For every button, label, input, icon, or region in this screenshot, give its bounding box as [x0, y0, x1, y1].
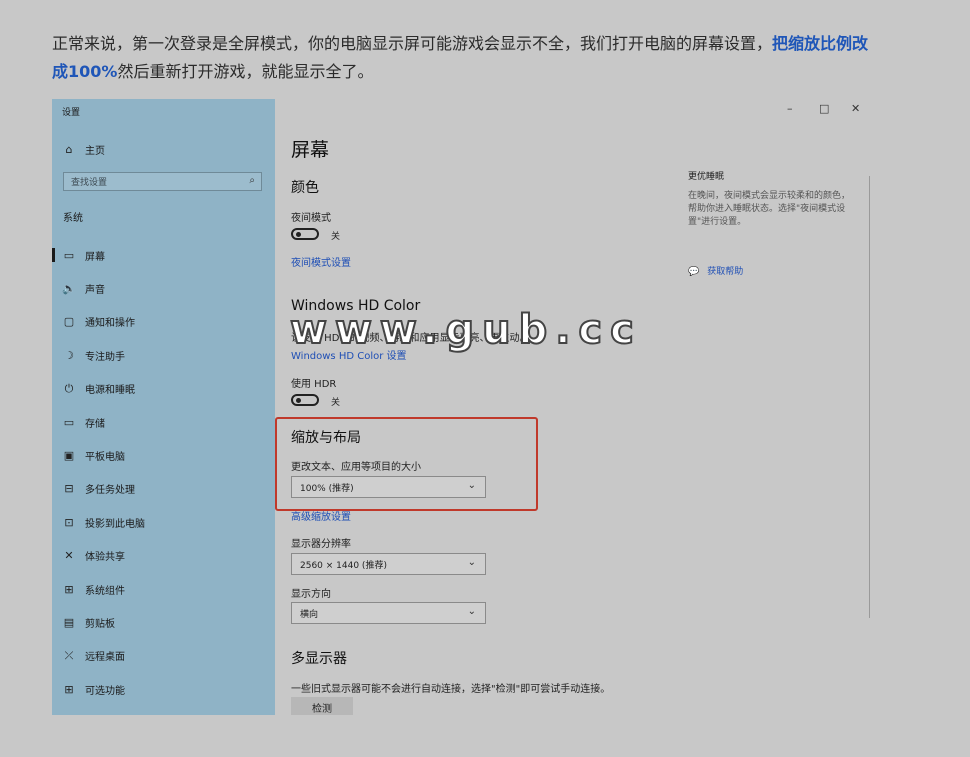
sidebar-item-10[interactable]: ✕ 体验共享: [52, 543, 275, 569]
sidebar-item-label: 屏幕: [85, 251, 105, 263]
sidebar-item-label: 平板电脑: [85, 451, 125, 463]
share-icon: ✕: [64, 549, 74, 563]
chat-help-icon: 💬: [688, 267, 700, 277]
sidebar-item-5[interactable]: ⏻ 电源和睡眠: [52, 376, 275, 402]
clipboard-icon: ▤: [63, 615, 75, 629]
sidebar-item-1[interactable]: ▭ 屏幕: [52, 242, 275, 268]
remote-desktop-icon: ⤫: [64, 648, 74, 662]
sidebar-section-label: 系统: [63, 213, 83, 224]
sidebar-item-label: 剪贴板: [85, 618, 115, 630]
right-panel-title: 更优睡眠: [688, 172, 725, 182]
get-help-label: 获取帮助: [707, 267, 744, 277]
sidebar-item-label: 存储: [85, 418, 105, 430]
sidebar-item-label: 专注助手: [85, 351, 125, 363]
resolution-dropdown[interactable]: 2560 × 1440 (推荐) ⌄: [291, 553, 486, 575]
use-hdr-state: 关: [331, 398, 341, 408]
sidebar-item-label: 通知和操作: [85, 318, 135, 330]
page-title: 屏幕: [291, 139, 330, 161]
orientation-label: 显示方向: [291, 589, 331, 600]
sidebar-item-label: 电源和睡眠: [85, 385, 135, 397]
search-placeholder: 查找设置: [71, 178, 108, 188]
components-icon: ⊞: [64, 582, 74, 596]
intro-text: 正常来说，第一次登录是全屏模式，你的电脑显示屏可能游戏会显示不全，我们打开电脑的…: [52, 34, 773, 53]
chevron-down-icon: ⌄: [467, 557, 476, 568]
night-mode-settings-link[interactable]: 夜间模式设置: [291, 254, 351, 269]
highlight-box: [275, 417, 538, 511]
sidebar-item-home[interactable]: ⌂ 主页: [52, 136, 275, 162]
multi-display-heading: 多显示器: [291, 651, 347, 667]
sidebar-item-label: 体验共享: [85, 552, 125, 564]
sidebar-item-12[interactable]: ▤ 剪贴板: [52, 609, 275, 635]
orientation-value: 横向: [300, 609, 319, 620]
sidebar-item-label: 声音: [85, 284, 105, 296]
tablet-icon: ▣: [63, 448, 75, 462]
sidebar-item-2[interactable]: 🔈 声音: [52, 275, 275, 301]
sidebar: 设置 ⌂ 主页 查找设置 ⌕ 系统 ▭ 屏幕 🔈 声音 ▢ 通知和操作 ☽ 专注助手 ⏻ 电源和睡…: [52, 99, 275, 715]
sidebar-item-label: 远程桌面: [85, 652, 125, 664]
color-heading: 颜色: [291, 180, 319, 196]
sidebar-item-label: 主页: [85, 145, 105, 157]
watermark-text: www.gub.cc: [289, 306, 642, 354]
sidebar-item-8[interactable]: ⊟ 多任务处理: [52, 476, 275, 502]
orientation-dropdown[interactable]: 横向 ⌄: [291, 602, 486, 624]
close-button[interactable]: ✕: [851, 102, 860, 115]
notification-icon: ▢: [63, 315, 75, 329]
settings-window: 设置 ⌂ 主页 查找设置 ⌕ 系统 ▭ 屏幕 🔈 声音 ▢ 通知和操作 ☽ 专注助手 ⏻ 电源和睡…: [52, 99, 870, 715]
sidebar-item-6[interactable]: ▭ 存储: [52, 409, 275, 435]
storage-icon: ▭: [63, 415, 75, 429]
sidebar-item-11[interactable]: ⊞ 系统组件: [52, 576, 275, 602]
sidebar-item-label: 多任务处理: [85, 485, 135, 497]
resolution-label: 显示器分辨率: [291, 539, 351, 550]
sidebar-item-label: 可选功能: [85, 685, 125, 697]
use-hdr-label: 使用 HDR: [291, 379, 337, 390]
sidebar-item-3[interactable]: ▢ 通知和操作: [52, 309, 275, 335]
power-icon: ⏻: [64, 381, 74, 395]
resolution-value: 2560 × 1440 (推荐): [300, 560, 387, 571]
optional-features-icon: ⊞: [64, 682, 74, 696]
detect-button[interactable]: 检测: [291, 697, 353, 715]
monitor-icon: ▭: [63, 248, 75, 262]
sidebar-item-label: 投影到此电脑: [85, 518, 145, 530]
scrollbar[interactable]: [869, 176, 870, 618]
home-icon: ⌂: [65, 142, 73, 156]
article-intro: 正常来说，第一次登录是全屏模式，你的电脑显示屏可能游戏会显示不全，我们打开电脑的…: [52, 30, 882, 86]
search-input[interactable]: 查找设置 ⌕: [63, 172, 262, 191]
right-panel: 更优睡眠 在晚间，夜间模式会显示较柔和的颜色，帮助你进入睡眠状态。选择"夜间模式…: [688, 169, 858, 277]
use-hdr-toggle[interactable]: [291, 394, 319, 406]
chevron-down-icon: ⌄: [467, 606, 476, 617]
sidebar-item-label: 系统组件: [85, 585, 125, 597]
multitask-icon: ⊟: [64, 482, 74, 496]
maximize-button[interactable]: □: [819, 102, 829, 115]
sidebar-item-4[interactable]: ☽ 专注助手: [52, 342, 275, 368]
night-mode-state: 关: [331, 232, 341, 242]
intro-tail: 然后重新打开游戏，就能显示全了。: [117, 62, 374, 81]
moon-icon: ☽: [64, 348, 74, 362]
right-panel-text: 在晚间，夜间模式会显示较柔和的颜色，帮助你进入睡眠状态。选择"夜间模式设置"进行…: [688, 191, 851, 227]
sidebar-item-9[interactable]: ⊡ 投影到此电脑: [52, 509, 275, 535]
get-help-link[interactable]: 💬 获取帮助: [688, 264, 743, 277]
window-title: 设置: [62, 108, 81, 118]
sidebar-item-13[interactable]: ⤫ 远程桌面: [52, 643, 275, 669]
projector-icon: ⊡: [64, 515, 74, 529]
minimize-button[interactable]: –: [787, 102, 793, 115]
multi-display-description: 一些旧式显示器可能不会进行自动连接，选择"检测"即可尝试手动连接。: [291, 684, 611, 695]
night-mode-toggle[interactable]: [291, 228, 319, 240]
sidebar-item-14[interactable]: ⊞ 可选功能: [52, 676, 275, 702]
sidebar-item-7[interactable]: ▣ 平板电脑: [52, 442, 275, 468]
speaker-icon: 🔈: [62, 281, 76, 295]
search-icon[interactable]: ⌕: [249, 175, 255, 186]
night-mode-label: 夜间模式: [291, 213, 331, 224]
